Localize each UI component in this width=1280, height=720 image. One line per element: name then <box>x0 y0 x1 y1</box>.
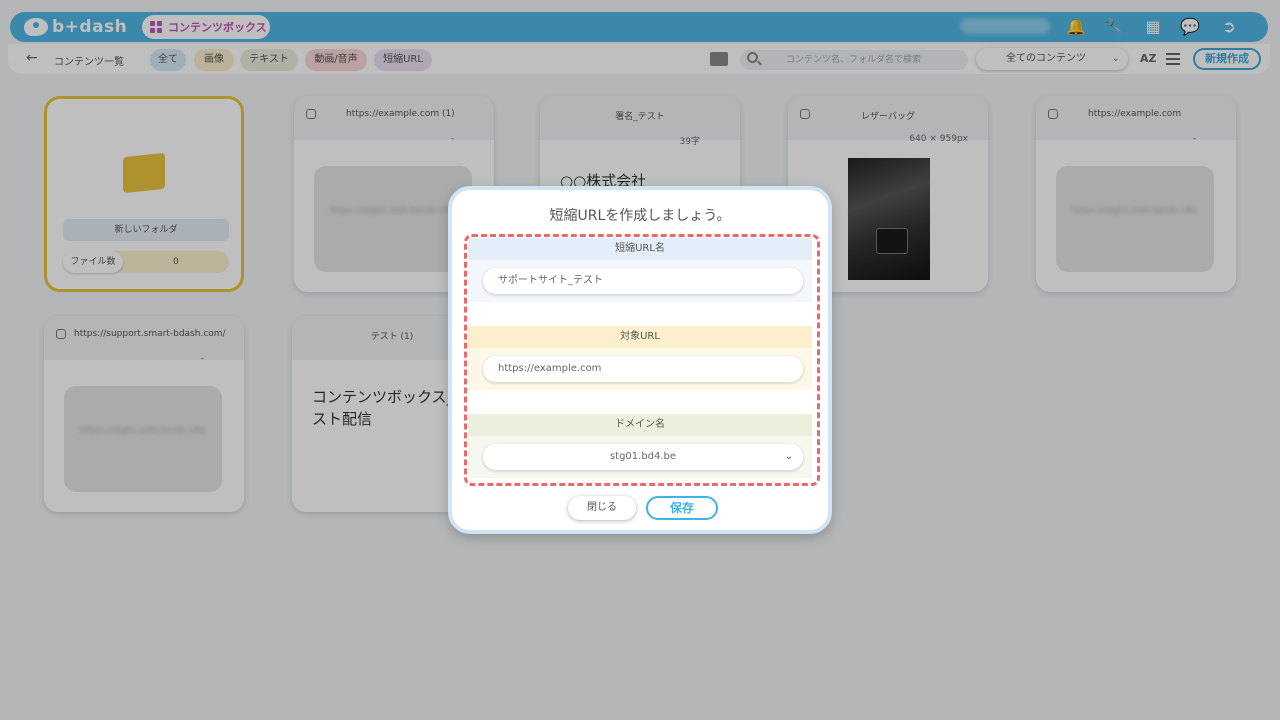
save-button[interactable]: 保存 <box>646 496 718 520</box>
modal-title: 短縮URLを作成しましょう。 <box>549 208 731 224</box>
close-button[interactable]: 閉じる <box>568 496 636 520</box>
highlight-frame <box>464 234 820 486</box>
create-short-url-modal: 短縮URLを作成しましょう。 短縮URL名 サポートサイト_テスト 対象URL … <box>448 186 832 534</box>
